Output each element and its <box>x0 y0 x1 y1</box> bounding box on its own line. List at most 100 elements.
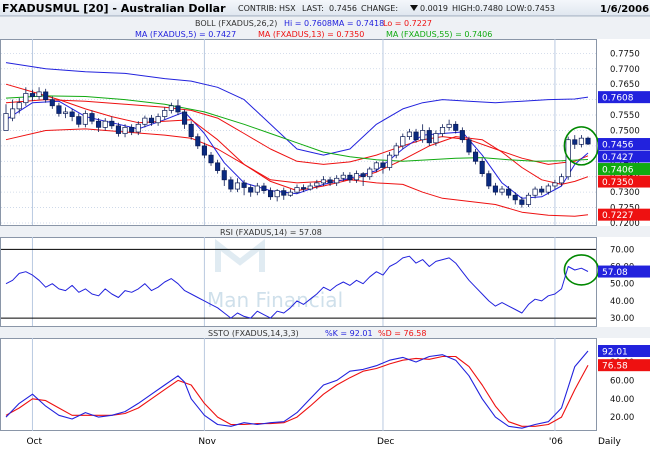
candle-body-up <box>16 102 22 110</box>
candle-body-up <box>499 188 505 193</box>
header-symbol: FXADUSMUL [20] - Australian Dollar <box>2 2 226 15</box>
price-y-tick-label: 0.7500 <box>610 126 640 136</box>
candle-body-up <box>433 133 439 144</box>
candle-body-down <box>512 194 518 201</box>
rsi-y-tick-label: 70.00 <box>610 245 634 255</box>
candle-body-down <box>466 139 472 153</box>
candle-body-down <box>248 187 254 193</box>
boll-ma-label: MA = 0.7418 <box>332 19 384 28</box>
candle-body-up <box>142 117 148 125</box>
rsi-plot-area <box>0 237 597 327</box>
candle-body-down <box>426 130 432 144</box>
candle-body-up <box>82 113 88 125</box>
candle-body-down <box>43 91 49 100</box>
candle-body-up <box>62 111 69 114</box>
header-last-label: LAST: <box>302 4 324 13</box>
candle <box>466 136 472 156</box>
header-low-value: 0.7453 <box>527 4 555 13</box>
price-value-badge-label: 0.7350 <box>602 178 634 188</box>
candle-body-down <box>360 173 366 178</box>
candle-body-up <box>314 182 320 187</box>
candle-body-down <box>129 127 135 133</box>
candle-body-down <box>301 187 307 190</box>
rsi-y-tick-label: 40.00 <box>610 297 634 307</box>
candle-body-up <box>320 179 327 184</box>
candle-body-down <box>585 137 591 145</box>
candle <box>479 158 485 177</box>
candle-body-up <box>307 185 313 190</box>
ssto-y-tick-label: 60.00 <box>610 376 634 386</box>
candle-body-down <box>459 130 465 141</box>
candle-body-up <box>10 108 16 119</box>
candle-body-down <box>473 151 479 162</box>
price-value-badge-label: 0.7456 <box>602 141 634 151</box>
candle-body-up <box>294 187 300 193</box>
candle-body-up <box>155 116 161 124</box>
candle-body-up <box>162 110 168 117</box>
candle-body-up <box>274 190 280 198</box>
price-value-badge-label: 0.7427 <box>602 153 634 163</box>
boll-label: BOLL (FXADUS,26,2) <box>195 19 277 28</box>
candle-body-up <box>23 93 29 104</box>
candle-body-down <box>492 185 498 193</box>
candle-body-down <box>96 120 102 128</box>
candle-body-down <box>486 173 492 187</box>
candle-body-up <box>254 185 260 193</box>
candle <box>585 136 591 145</box>
candle-body-down <box>215 162 221 171</box>
price-value-badge-label: 0.7227 <box>602 211 634 221</box>
candle-body-down <box>479 160 485 174</box>
price-y-tick-label: 0.7300 <box>610 188 640 198</box>
candle-body-down <box>49 99 55 107</box>
candle-body-down <box>347 174 353 181</box>
header-date: 1/6/2006 <box>600 4 649 15</box>
price-value-badge-label: 0.7608 <box>602 94 634 104</box>
candle-body-up <box>420 130 426 141</box>
candle-body-up <box>135 123 141 133</box>
candle-body-up <box>102 120 108 128</box>
candle-body-up <box>168 105 174 111</box>
candle-body-down <box>188 123 194 137</box>
price-y-tick-label: 0.7700 <box>610 65 640 75</box>
candle-body-down <box>281 190 287 196</box>
price-plot-area <box>0 39 597 226</box>
ssto-d-label: %D = 76.58 <box>378 329 426 338</box>
price-y-tick-label: 0.7650 <box>610 80 640 90</box>
candle-body-up <box>545 185 551 193</box>
boll-hi-label: Hi = 0.7608 <box>284 19 332 28</box>
candle-body-up <box>439 127 446 134</box>
candle-body-up <box>406 131 412 137</box>
watermark-text: Man Financial <box>207 288 343 312</box>
candle-body-up <box>36 91 42 97</box>
header-contrib-label: CONTRIB: <box>238 4 277 13</box>
header-low-label: LOW: <box>506 4 527 13</box>
ssto-y-tick-label: 40.00 <box>610 395 634 405</box>
candle-body-up <box>446 123 452 128</box>
candle-body-up <box>373 162 379 170</box>
candle-body-down <box>109 120 115 127</box>
candle <box>426 127 432 146</box>
candle-body-down <box>267 190 274 198</box>
candle-body-up <box>122 127 128 134</box>
rsi-value-badge-label: 57.08 <box>602 268 628 278</box>
ssto-plot-area <box>0 338 597 431</box>
candle-body-down <box>29 93 36 97</box>
x-axis-tick-label: Nov <box>198 437 216 447</box>
candle <box>486 170 492 190</box>
candle-body-up <box>234 182 241 190</box>
candle-body-up <box>525 194 532 205</box>
x-axis-tick-label: Dec <box>377 437 394 447</box>
candle <box>188 121 194 140</box>
price-y-tick-label: 0.7550 <box>610 111 640 121</box>
chart-window: FXADUSMUL [20] - Australian Dollar CONTR… <box>0 0 650 450</box>
x-axis-period: Daily <box>598 437 621 447</box>
ma5-label: MA (FXADUS,5) = 0.7427 <box>135 30 236 39</box>
candle-body-down <box>201 145 207 156</box>
candle-body-down <box>175 105 181 113</box>
candle-body-up <box>353 173 360 181</box>
candle-body-down <box>241 182 247 188</box>
candle-body-down <box>182 111 188 125</box>
rsi-y-tick-label: 30.00 <box>610 314 634 324</box>
candle-body-down <box>413 131 419 141</box>
candle-body-down <box>148 117 155 124</box>
